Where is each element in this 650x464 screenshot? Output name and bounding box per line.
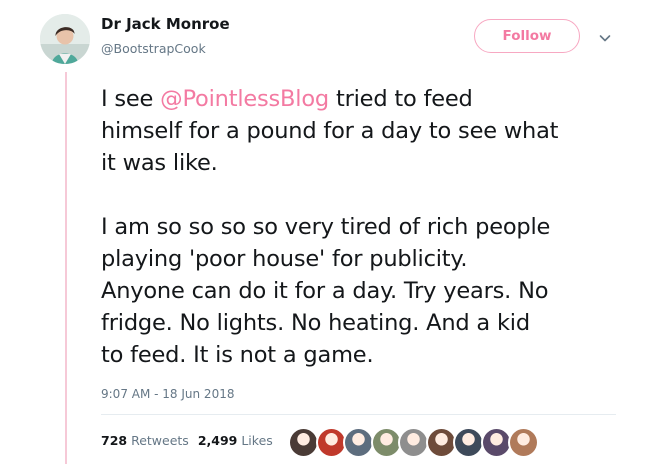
- liker-avatar-icon[interactable]: [315, 427, 347, 458]
- thread-connector-line: [65, 72, 67, 464]
- liker-avatar-icon[interactable]: [480, 427, 512, 458]
- profile-photo-avatar[interactable]: [40, 14, 90, 64]
- retweets-label: Retweets: [131, 433, 189, 448]
- mention-link[interactable]: @PointlessBlog: [160, 86, 329, 112]
- tweet-stats: 728 Retweets 2,499 Likes: [101, 433, 273, 448]
- tweet-text-line: it was like.: [101, 150, 218, 176]
- liker-avatar-icon[interactable]: [508, 427, 539, 458]
- liker-avatar-icon[interactable]: [398, 427, 429, 458]
- tweet-card: Dr Jack Monroe @BootstrapCook Follow I s…: [0, 0, 650, 464]
- liker-avatar-icon[interactable]: [343, 427, 374, 458]
- tweet-text-segment: tried to feed: [329, 86, 473, 112]
- avatar-image: [40, 14, 90, 64]
- tweet-text-line: I see @PointlessBlog tried to feed: [101, 83, 636, 115]
- author-display-name[interactable]: Dr Jack Monroe: [101, 15, 230, 33]
- tweet-text-line: to feed. It is not a game.: [101, 342, 374, 368]
- tweet-text-line: Anyone can do it for a day. Try years. N…: [101, 278, 549, 304]
- follow-button[interactable]: Follow: [474, 19, 580, 53]
- chevron-down-icon[interactable]: [598, 30, 612, 44]
- tweet-text-paragraph-break: [101, 179, 636, 211]
- author-handle[interactable]: @BootstrapCook: [101, 41, 206, 56]
- tweet-text-line: I am so so so so very tired of rich peop…: [101, 214, 551, 240]
- liker-avatar-icon[interactable]: [425, 427, 457, 458]
- likes-label: Likes: [241, 433, 273, 448]
- tweet-text: I see @PointlessBlog tried to feed himse…: [101, 83, 636, 371]
- tweet-text-line: playing 'poor house' for publicity.: [101, 246, 468, 272]
- tweet-text-line: fridge. No lights. No heating. And a kid: [101, 310, 530, 336]
- tweet-text-line: himself for a pound for a day to see wha…: [101, 118, 559, 144]
- likes-count: 2,499: [197, 433, 238, 448]
- stats-divider: [101, 414, 616, 415]
- retweets-stat[interactable]: 728 Retweets: [101, 433, 189, 448]
- liker-avatar-icon[interactable]: [288, 427, 319, 458]
- tweet-text-segment: I see: [101, 86, 161, 112]
- liker-avatar-icon[interactable]: [370, 427, 402, 458]
- retweets-count: 728: [101, 433, 128, 448]
- liker-avatar-icon[interactable]: [453, 427, 484, 458]
- likes-stat[interactable]: 2,499 Likes: [198, 433, 273, 448]
- tweet-timestamp[interactable]: 9:07 AM - 18 Jun 2018: [101, 387, 234, 401]
